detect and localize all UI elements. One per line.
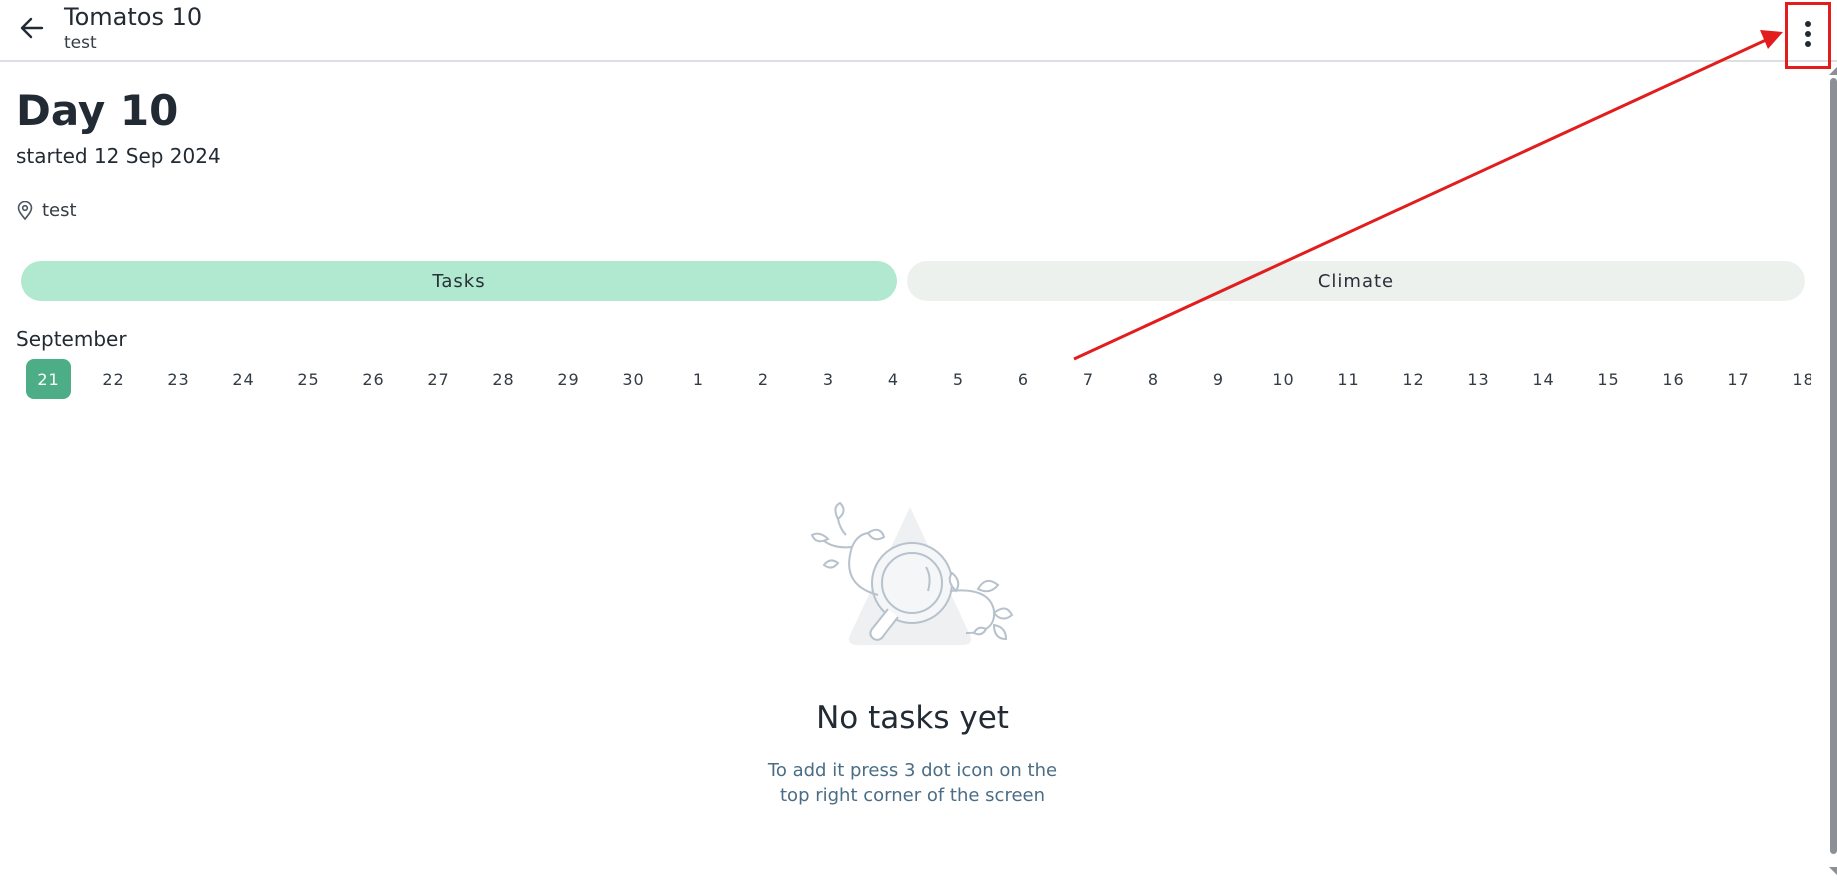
location-label: test — [42, 200, 77, 221]
scroll-up-arrow-icon[interactable] — [1829, 66, 1837, 76]
location-pin-icon — [17, 200, 33, 220]
day-cell[interactable]: 9 — [1196, 359, 1241, 399]
page-title: Tomatos 10 — [64, 3, 203, 31]
day-cell[interactable]: 8 — [1131, 359, 1176, 399]
day-cell[interactable]: 11 — [1326, 359, 1371, 399]
empty-state-title: No tasks yet — [816, 700, 1009, 736]
day-cell[interactable]: 12 — [1391, 359, 1436, 399]
arrow-left-icon — [20, 17, 44, 39]
day-cell[interactable]: 29 — [546, 359, 591, 399]
day-cell[interactable]: 6 — [1001, 359, 1046, 399]
day-cell-selected[interactable]: 21 — [26, 359, 71, 399]
day-cell[interactable]: 23 — [156, 359, 201, 399]
day-cell[interactable]: 26 — [351, 359, 396, 399]
day-cell[interactable]: 18 — [1781, 359, 1811, 399]
day-cell[interactable]: 28 — [481, 359, 526, 399]
day-cell[interactable]: 16 — [1651, 359, 1696, 399]
title-group: Tomatos 10 test — [64, 2, 202, 54]
tab-tasks[interactable]: Tasks — [21, 261, 897, 301]
vertical-scrollbar[interactable] — [1830, 78, 1837, 854]
day-cell[interactable]: 13 — [1456, 359, 1501, 399]
day-cell[interactable]: 1 — [676, 359, 721, 399]
empty-state-hint-line: top right corner of the screen — [780, 785, 1045, 806]
day-cell[interactable]: 25 — [286, 359, 331, 399]
tab-bar: Tasks Climate — [21, 261, 1805, 301]
day-cell[interactable]: 15 — [1586, 359, 1631, 399]
day-cell[interactable]: 27 — [416, 359, 461, 399]
day-cell[interactable]: 22 — [91, 359, 136, 399]
day-cell[interactable]: 24 — [221, 359, 266, 399]
day-cell[interactable]: 10 — [1261, 359, 1306, 399]
day-strip[interactable]: 21 22 23 24 25 26 27 28 29 30 1 2 3 4 5 6 7 8 9 10 11 12 13 14 1… — [26, 359, 1811, 401]
day-cell[interactable]: 5 — [936, 359, 981, 399]
page-subtitle: test — [64, 33, 97, 53]
empty-state-hint-line: To add it press 3 dot icon on the — [767, 760, 1058, 781]
more-options-button[interactable] — [1785, 6, 1831, 62]
month-label: September — [16, 327, 127, 351]
day-cell[interactable]: 7 — [1066, 359, 1111, 399]
day-cell[interactable]: 3 — [806, 359, 851, 399]
day-title: Day 10 — [16, 86, 179, 135]
empty-state-hint: To add it press 3 dot icon on the top ri… — [0, 758, 1825, 808]
magnifier-plants-illustration — [810, 501, 1014, 645]
three-dot-vertical-icon — [1805, 21, 1811, 47]
day-cell[interactable]: 4 — [871, 359, 916, 399]
day-cell[interactable]: 14 — [1521, 359, 1566, 399]
day-cell[interactable]: 2 — [741, 359, 786, 399]
day-cell[interactable]: 30 — [611, 359, 656, 399]
top-app-bar: Tomatos 10 test — [0, 0, 1837, 62]
day-cell[interactable]: 17 — [1716, 359, 1761, 399]
start-date-text: started 12 Sep 2024 — [16, 144, 221, 168]
tab-climate[interactable]: Climate — [907, 261, 1805, 301]
back-button[interactable] — [14, 10, 50, 46]
location-row: test — [16, 200, 77, 221]
scroll-down-arrow-icon[interactable] — [1829, 866, 1837, 876]
